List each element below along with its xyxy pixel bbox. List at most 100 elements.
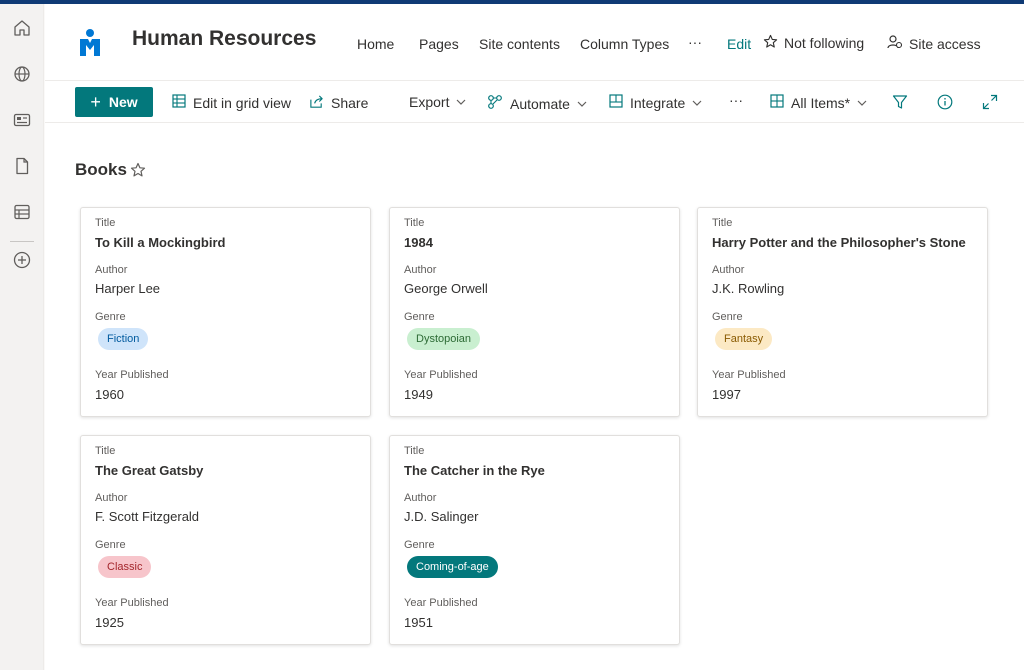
- export-label: Export: [409, 94, 450, 110]
- book-author: F. Scott Fitzgerald: [95, 509, 200, 524]
- book-card[interactable]: Title To Kill a Mockingbird Author Harpe…: [80, 207, 371, 417]
- author-label: Author: [712, 264, 745, 276]
- list-title: Books: [75, 160, 127, 179]
- chevron-down-icon: [857, 95, 867, 111]
- app-rail: [0, 4, 44, 670]
- grid-icon: [172, 94, 186, 111]
- nav-link-site-contents[interactable]: Site contents: [479, 36, 560, 52]
- new-button-label: New: [108, 94, 138, 110]
- rail-divider: [10, 241, 34, 242]
- chevron-down-icon: [577, 96, 587, 112]
- genre-label: Genre: [95, 539, 126, 551]
- edit-nav-link[interactable]: Edit: [727, 36, 751, 52]
- book-author: George Orwell: [404, 281, 488, 296]
- book-author: Harper Lee: [95, 281, 161, 296]
- title-label: Title: [712, 217, 733, 229]
- book-author: J.D. Salinger: [404, 509, 479, 524]
- expand-icon[interactable]: [981, 93, 999, 111]
- export-dropdown[interactable]: Export: [409, 94, 466, 110]
- chevron-down-icon: [692, 95, 702, 111]
- main-content: Human Resources Home Pages Site contents…: [45, 4, 1024, 670]
- follow-label: Not following: [784, 35, 865, 51]
- book-title: Harry Potter and the Philosopher's Stone: [712, 235, 966, 250]
- book-author: J.K. Rowling: [712, 281, 785, 296]
- share-label: Share: [331, 95, 369, 111]
- star-icon: [763, 34, 778, 52]
- globe-icon[interactable]: [12, 64, 32, 84]
- info-icon[interactable]: [936, 93, 954, 111]
- genre-badge: Fantasy: [715, 328, 773, 350]
- year-label: Year Published: [404, 369, 478, 381]
- people-settings-icon: [887, 34, 903, 53]
- book-title: The Great Gatsby: [95, 463, 204, 478]
- title-label: Title: [404, 445, 425, 457]
- book-title: The Catcher in the Rye: [404, 463, 545, 478]
- view-grid-icon: [770, 94, 784, 111]
- filter-icon[interactable]: [891, 93, 909, 111]
- book-year: 1925: [95, 615, 124, 630]
- book-year: 1997: [712, 387, 741, 402]
- book-year: 1949: [404, 387, 433, 402]
- integrate-label: Integrate: [630, 94, 686, 111]
- genre-badge: Dystopoian: [407, 328, 481, 350]
- share-button[interactable]: Share: [309, 94, 368, 112]
- genre-label: Genre: [404, 539, 435, 551]
- automate-dropdown[interactable]: Automate: [487, 94, 587, 113]
- share-icon: [309, 94, 324, 112]
- list-icon[interactable]: [12, 202, 32, 222]
- home-icon[interactable]: [12, 18, 32, 38]
- book-card[interactable]: Title The Great Gatsby Author F. Scott F…: [80, 435, 371, 645]
- view-switcher-dropdown[interactable]: All Items*: [770, 94, 867, 111]
- follow-button[interactable]: Not following: [763, 34, 864, 52]
- genre-label: Genre: [712, 311, 743, 323]
- nav-link-home[interactable]: Home: [357, 36, 394, 52]
- book-title: 1984: [404, 235, 433, 250]
- genre-label: Genre: [404, 311, 435, 323]
- more-commands-button[interactable]: ···: [729, 92, 743, 108]
- add-circle-icon[interactable]: [12, 250, 32, 270]
- site-title[interactable]: Human Resources: [132, 27, 316, 51]
- book-title: To Kill a Mockingbird: [95, 235, 226, 250]
- integrate-dropdown[interactable]: Integrate: [609, 94, 702, 111]
- plus-icon: +: [90, 92, 101, 112]
- title-label: Title: [404, 217, 425, 229]
- genre-badge: Coming-of-age: [407, 556, 498, 578]
- nav-link-column-types[interactable]: Column Types: [580, 36, 669, 52]
- edit-grid-view-button[interactable]: Edit in grid view: [172, 94, 291, 111]
- site-header: Human Resources Home Pages Site contents…: [45, 4, 1024, 80]
- edit-grid-view-label: Edit in grid view: [193, 94, 292, 111]
- news-icon[interactable]: [12, 110, 32, 130]
- chevron-down-icon: [456, 94, 466, 110]
- book-year: 1951: [404, 615, 433, 630]
- site-access-button[interactable]: Site access: [887, 34, 981, 53]
- author-label: Author: [404, 264, 437, 276]
- year-label: Year Published: [404, 597, 478, 609]
- year-label: Year Published: [95, 369, 169, 381]
- genre-badge: Classic: [98, 556, 152, 578]
- new-button[interactable]: + New: [75, 87, 153, 117]
- book-card[interactable]: Title The Catcher in the Rye Author J.D.…: [389, 435, 680, 645]
- genre-label: Genre: [95, 311, 126, 323]
- year-label: Year Published: [712, 369, 786, 381]
- author-label: Author: [95, 492, 128, 504]
- title-label: Title: [95, 217, 116, 229]
- view-label: All Items*: [791, 94, 851, 111]
- command-bar: + New Edit in grid view Share Export Aut…: [45, 80, 1024, 123]
- genre-badge: Fiction: [98, 328, 149, 350]
- year-label: Year Published: [95, 597, 169, 609]
- integrate-icon: [609, 94, 623, 111]
- document-icon[interactable]: [12, 156, 32, 176]
- nav-link-pages[interactable]: Pages: [419, 36, 459, 52]
- flow-icon: [487, 94, 503, 113]
- book-card[interactable]: Title Harry Potter and the Philosopher's…: [697, 207, 988, 417]
- nav-more-button[interactable]: ···: [688, 34, 702, 50]
- book-year: 1960: [95, 387, 124, 402]
- site-logo[interactable]: [78, 28, 102, 58]
- book-card[interactable]: Title 1984 Author George Orwell Genre Dy…: [389, 207, 680, 417]
- title-label: Title: [95, 445, 116, 457]
- author-label: Author: [95, 264, 128, 276]
- author-label: Author: [404, 492, 437, 504]
- automate-label: Automate: [510, 95, 570, 112]
- favorite-star-icon[interactable]: [130, 162, 146, 183]
- site-access-label: Site access: [909, 35, 981, 52]
